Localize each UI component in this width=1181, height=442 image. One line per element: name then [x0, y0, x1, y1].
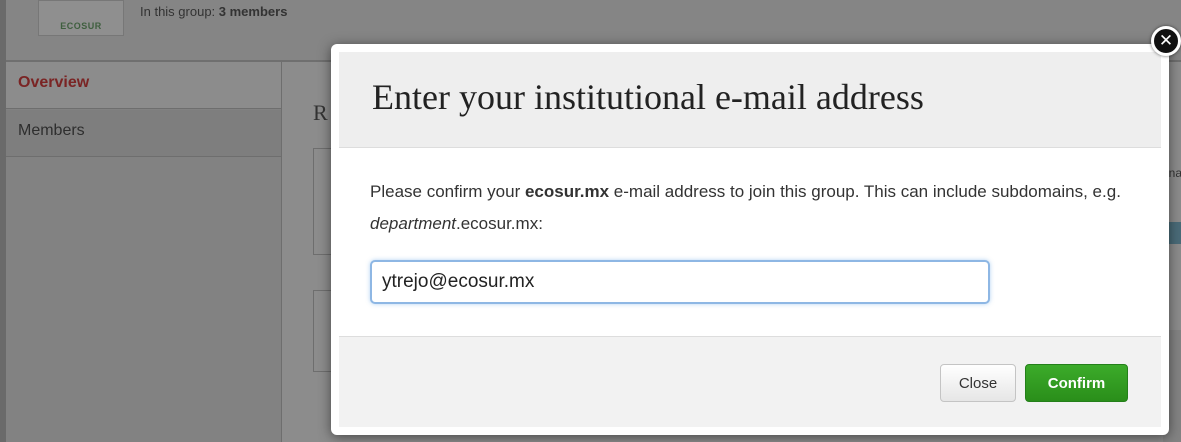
dialog-title: Enter your institutional e-mail address: [372, 77, 924, 117]
dialog-header: Enter your institutional e-mail address: [339, 52, 1161, 148]
subdomain-example: department: [370, 214, 456, 233]
close-icon[interactable]: ✕: [1151, 26, 1181, 56]
description-text: e-mail address to join this group. This …: [609, 182, 1121, 201]
ecosur-logo: ECOSUR: [38, 0, 124, 36]
group-info-count: 3 members: [218, 4, 288, 19]
dialog-footer: Close Confirm: [339, 336, 1161, 427]
dialog-description: Please confirm your ecosur.mx e-mail add…: [370, 176, 1130, 240]
group-member-count: In this group: 3 members: [140, 4, 287, 19]
sidebar-item-members[interactable]: Members: [6, 110, 281, 157]
sidebar-item-label: Overview: [18, 74, 90, 91]
email-confirm-dialog: Enter your institutional e-mail address …: [331, 44, 1169, 435]
sidebar-item-label: Members: [18, 122, 85, 139]
domain-name: ecosur.mx: [524, 182, 610, 201]
group-info-prefix: In this group:: [140, 4, 219, 19]
email-input[interactable]: [370, 260, 990, 304]
description-text: Please confirm your: [370, 182, 525, 201]
sidebar-item-overview[interactable]: Overview: [6, 62, 281, 109]
logo-text: ECOSUR: [60, 21, 102, 31]
confirm-button[interactable]: Confirm: [1025, 364, 1128, 402]
dialog-body: Please confirm your ecosur.mx e-mail add…: [339, 148, 1161, 336]
close-button[interactable]: Close: [940, 364, 1016, 402]
section-heading-fragment: R: [313, 100, 328, 125]
description-text: .ecosur.mx:: [456, 214, 543, 233]
